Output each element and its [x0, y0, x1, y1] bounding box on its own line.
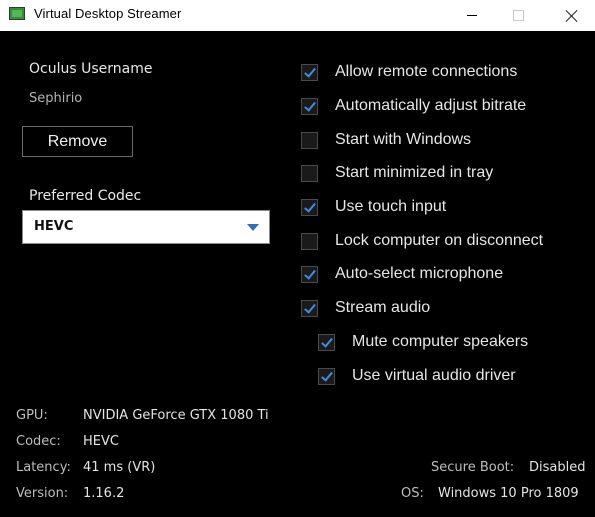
maximize-icon: [512, 10, 524, 21]
option-label: Automatically adjust bitrate: [335, 97, 527, 114]
latency-label: Latency:: [16, 460, 71, 475]
close-button[interactable]: [549, 0, 595, 31]
version-value: 1.16.2: [83, 486, 125, 501]
gpu-label: GPU:: [16, 408, 48, 423]
checkbox[interactable]: [301, 198, 318, 216]
option-label: Auto-select microphone: [335, 265, 504, 282]
checkbox[interactable]: [301, 131, 318, 149]
oculus-username-label: Oculus Username: [29, 61, 153, 77]
checkbox[interactable]: [301, 97, 318, 115]
option-auto-adjust-bitrate[interactable]: Automatically adjust bitrate: [301, 95, 526, 117]
option-label: Use virtual audio driver: [352, 367, 516, 384]
version-label: Version:: [16, 486, 69, 501]
checkbox[interactable]: [301, 265, 318, 283]
option-allow-remote-connections[interactable]: Allow remote connections: [301, 61, 517, 83]
checkbox[interactable]: [301, 164, 318, 182]
preferred-codec-value: HEVC: [34, 219, 74, 234]
codec-info-label: Codec:: [16, 434, 61, 449]
option-label: Allow remote connections: [335, 63, 518, 80]
option-auto-select-microphone[interactable]: Auto-select microphone: [301, 263, 503, 285]
option-lock-computer[interactable]: Lock computer on disconnect: [301, 230, 543, 252]
minimize-button[interactable]: [449, 0, 495, 31]
maximize-button[interactable]: [495, 0, 541, 31]
option-stream-audio[interactable]: Stream audio: [301, 297, 430, 319]
preferred-codec-label: Preferred Codec: [29, 188, 142, 204]
option-use-touch-input[interactable]: Use touch input: [301, 196, 446, 218]
preferred-codec-select[interactable]: HEVC: [22, 210, 270, 244]
secure-boot-label: Secure Boot:: [431, 460, 515, 475]
latency-value: 41 ms (VR): [83, 460, 156, 475]
os-label: OS:: [401, 486, 424, 501]
option-use-virtual-audio-driver[interactable]: Use virtual audio driver: [318, 365, 516, 387]
checkbox[interactable]: [318, 367, 335, 385]
checkbox[interactable]: [301, 232, 318, 250]
checkbox[interactable]: [301, 299, 318, 317]
close-icon: [566, 10, 578, 22]
oculus-username-value: Sephirio: [29, 91, 83, 106]
option-start-with-windows[interactable]: Start with Windows: [301, 129, 471, 151]
title-bar[interactable]: Virtual Desktop Streamer: [0, 0, 595, 31]
option-label: Start with Windows: [335, 131, 472, 148]
monitor-app-icon: [9, 7, 25, 20]
os-value: Windows 10 Pro 1809: [438, 486, 579, 501]
gpu-value: NVIDIA GeForce GTX 1080 Ti: [83, 408, 269, 423]
option-label: Start minimized in tray: [335, 164, 494, 181]
option-mute-computer-speakers[interactable]: Mute computer speakers: [318, 331, 528, 353]
codec-info-value: HEVC: [83, 434, 119, 449]
remove-button[interactable]: Remove: [22, 126, 133, 157]
option-label: Lock computer on disconnect: [335, 232, 544, 249]
minimize-icon: [467, 15, 477, 16]
option-label: Stream audio: [335, 299, 431, 316]
option-start-minimized[interactable]: Start minimized in tray: [301, 162, 493, 184]
checkbox[interactable]: [301, 63, 318, 81]
chevron-down-icon: [247, 224, 259, 231]
secure-boot-value: Disabled: [529, 460, 586, 475]
option-label: Use touch input: [335, 198, 447, 215]
window-title: Virtual Desktop Streamer: [34, 6, 182, 21]
checkbox[interactable]: [318, 333, 335, 351]
option-label: Mute computer speakers: [352, 333, 529, 350]
